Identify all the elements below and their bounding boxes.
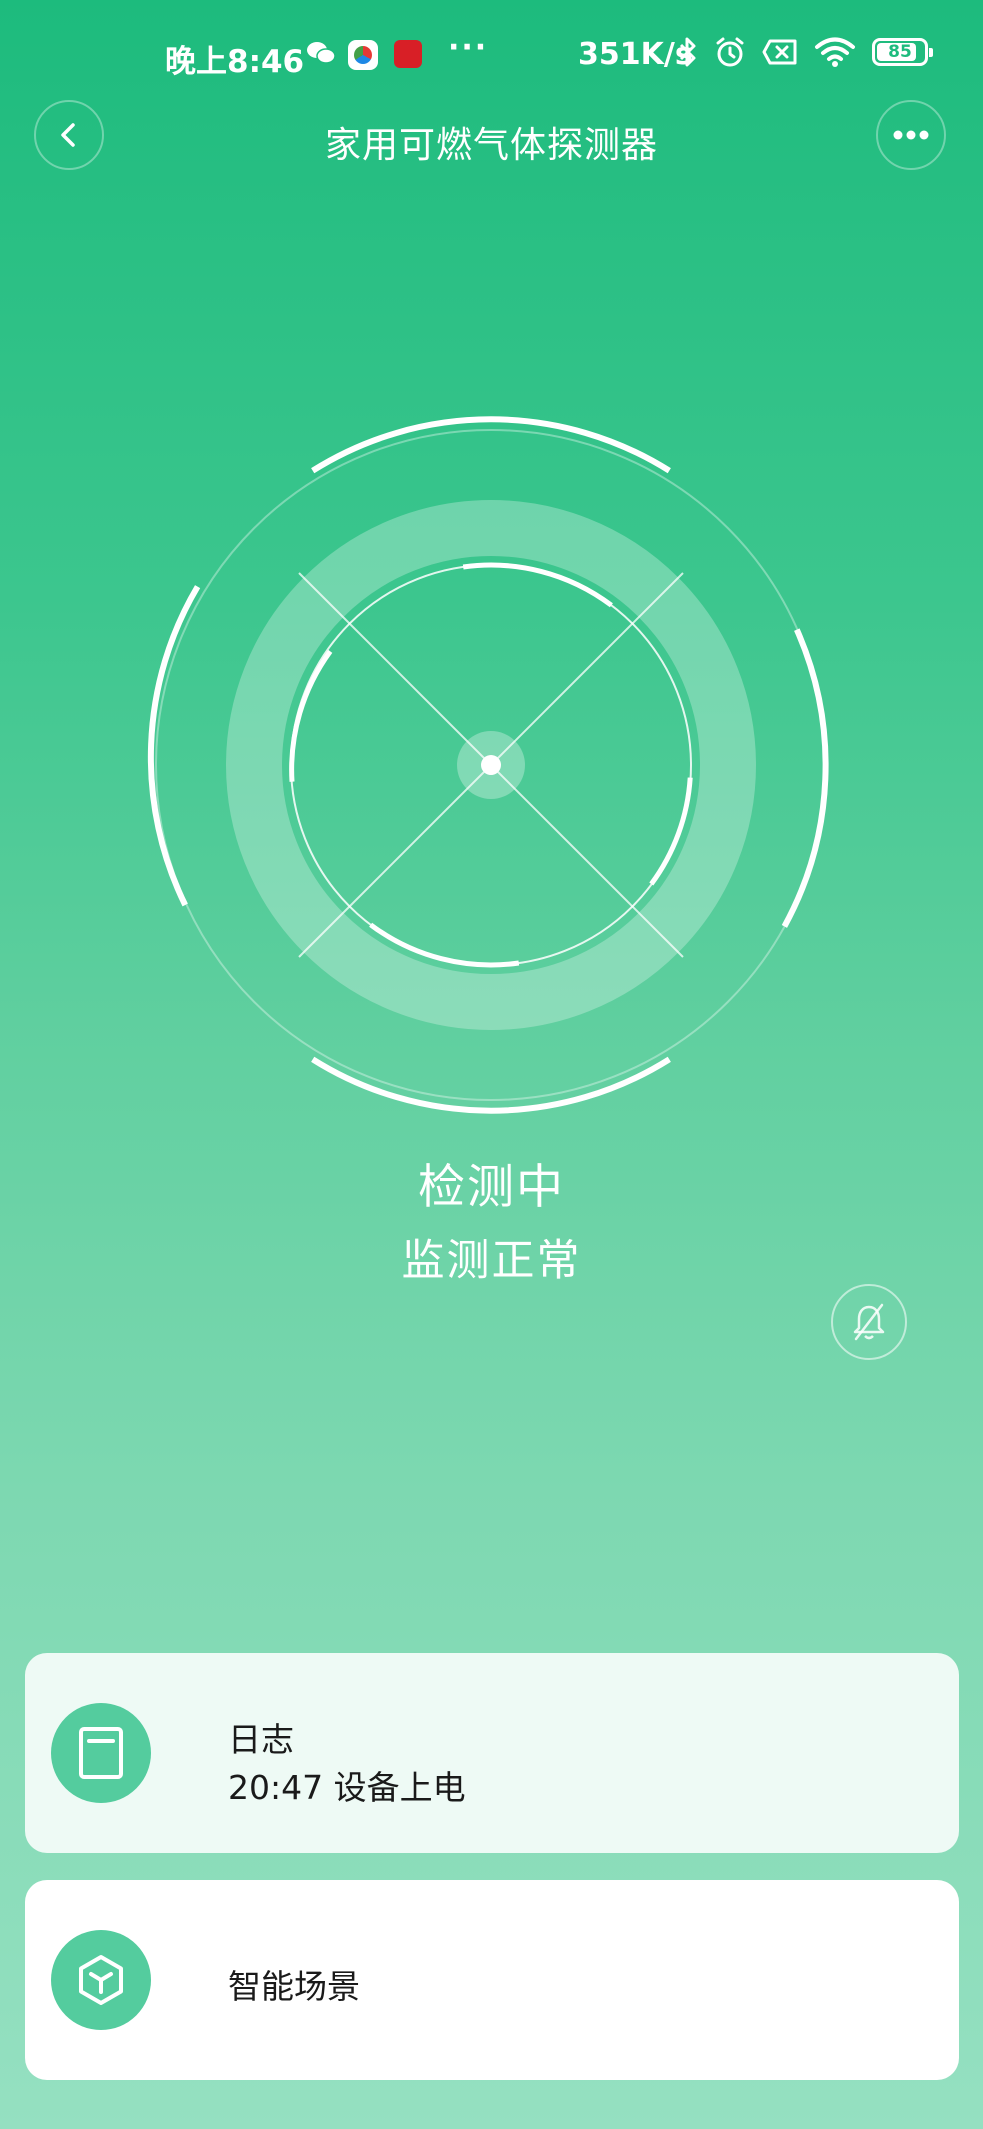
page-title: 家用可燃气体探测器 <box>324 125 658 166</box>
top-bar: 家用可燃气体探测器 <box>0 100 983 180</box>
status-time: 晚上8:46 <box>165 44 305 80</box>
more-notifications-icon: ··· <box>448 30 489 65</box>
scene-icon-circle <box>51 1930 151 2030</box>
alarm-icon <box>714 36 746 68</box>
cube-icon <box>79 1955 123 2005</box>
monitoring-result: 监测正常 <box>401 1236 582 1286</box>
battery-icon: 85 <box>872 38 933 66</box>
status-bar: 晚上8:46 ··· 351K/s 85 <box>0 0 983 112</box>
detector-dial <box>131 405 851 1125</box>
log-icon-circle <box>51 1703 151 1803</box>
bluetooth-icon <box>678 36 698 68</box>
bell-off-icon <box>853 1303 885 1341</box>
mute-alarm-button[interactable] <box>831 1284 907 1360</box>
more-button[interactable] <box>876 100 946 170</box>
smart-scene-card[interactable]: 智能场景 <box>25 1880 959 2080</box>
detection-status: 检测中 <box>418 1160 565 1215</box>
log-title: 日志 <box>228 1720 294 1759</box>
app-notification-icon <box>394 40 422 68</box>
more-dots-icon <box>893 130 929 140</box>
log-card[interactable]: 日志 20:47 设备上电 <box>25 1653 959 1853</box>
sim-icon <box>762 38 798 66</box>
wifi-icon <box>814 36 856 68</box>
wechat-icon <box>306 40 336 68</box>
battery-percent: 85 <box>888 42 912 62</box>
browser-icon <box>348 40 378 70</box>
scene-title: 智能场景 <box>228 1967 360 2006</box>
log-latest-entry: 20:47 设备上电 <box>228 1768 466 1807</box>
network-speed: 351K/s <box>578 37 693 72</box>
notebook-icon <box>79 1727 123 1779</box>
